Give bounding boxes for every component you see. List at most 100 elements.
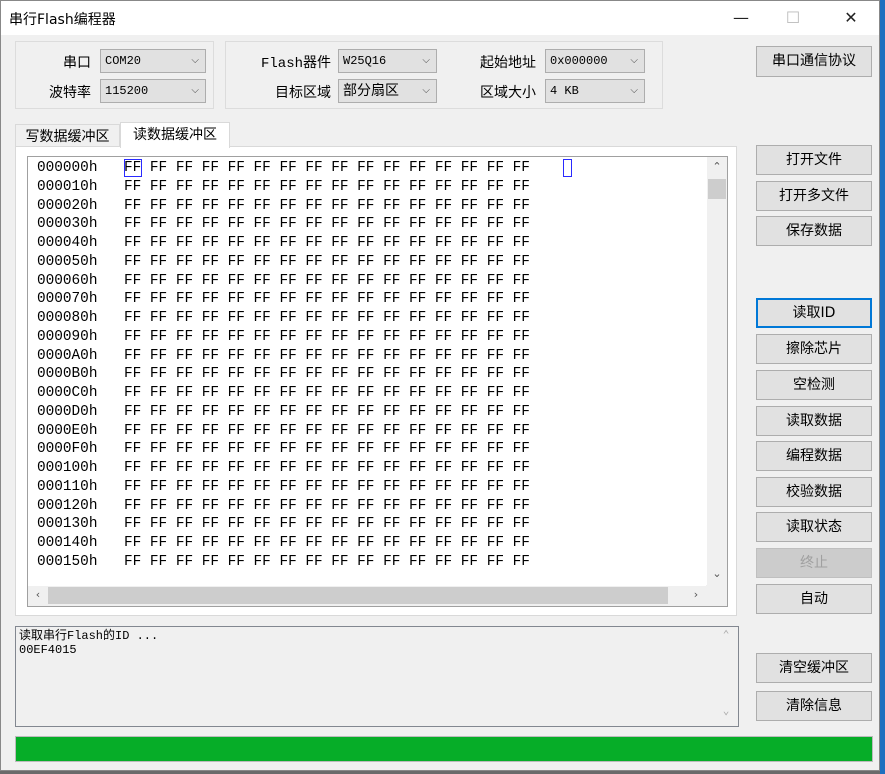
log-line: 00EF4015 bbox=[19, 643, 77, 657]
chevron-down-icon: ⌵ bbox=[630, 85, 638, 96]
open-file-button[interactable]: 打开文件 bbox=[756, 145, 872, 175]
row-address: 000040h bbox=[37, 235, 98, 252]
target-select[interactable]: 部分扇区 ⌵ bbox=[338, 79, 437, 103]
flash-select[interactable]: W25Q16 ⌵ bbox=[338, 49, 437, 73]
row-address: 000120h bbox=[37, 497, 98, 514]
row-address: 0000F0h bbox=[37, 441, 98, 458]
read-id-button[interactable]: 读取ID bbox=[756, 298, 872, 328]
tab-read-buffer[interactable]: 读数据缓冲区 bbox=[120, 122, 230, 148]
scroll-down-icon[interactable]: ⌄ bbox=[707, 567, 727, 580]
close-button[interactable]: ✕ bbox=[828, 5, 874, 31]
save-data-button[interactable]: 保存数据 bbox=[756, 216, 872, 246]
chevron-down-icon: ⌵ bbox=[630, 55, 638, 66]
row-bytes: FF FF FF FF FF FF FF FF FF FF FF FF FF F… bbox=[124, 347, 530, 364]
row-bytes: FF FF FF FF FF FF FF FF FF FF FF FF FF F… bbox=[124, 310, 530, 327]
maximize-button[interactable]: ☐ bbox=[770, 5, 816, 31]
chevron-down-icon: ⌵ bbox=[422, 85, 430, 96]
row-bytes: FF FF FF FF FF FF FF FF FF FF FF FF FF F… bbox=[124, 216, 530, 233]
row-address: 000080h bbox=[37, 310, 98, 327]
row-bytes: FF FF FF FF FF FF FF FF FF FF FF FF FF F… bbox=[124, 178, 530, 195]
row-address: 000020h bbox=[37, 197, 98, 214]
baud-select[interactable]: 115200 ⌵ bbox=[100, 79, 206, 103]
row-address: 000070h bbox=[37, 291, 98, 308]
clear-buffer-button[interactable]: 清空缓冲区 bbox=[756, 653, 872, 683]
horizontal-scrollbar[interactable]: ‹ › bbox=[28, 586, 708, 606]
main-window: 串行Flash编程器 — ☐ ✕ 串口 COM20 ⌵ 波特率 115200 ⌵ F… bbox=[0, 0, 880, 771]
port-select[interactable]: COM20 ⌵ bbox=[100, 49, 206, 73]
row-bytes: FF FF FF FF FF FF FF FF FF FF FF FF FF F… bbox=[124, 403, 530, 420]
read-status-button[interactable]: 读取状态 bbox=[756, 512, 872, 542]
start-address-select[interactable]: 0x000000 ⌵ bbox=[545, 49, 645, 73]
stop-button: 终止 bbox=[756, 548, 872, 578]
port-label: 串口 bbox=[63, 55, 91, 71]
row-bytes: FF FF FF FF FF FF FF FF FF FF FF FF FF F… bbox=[124, 535, 530, 552]
text-cursor-box bbox=[563, 159, 572, 177]
scroll-left-icon[interactable]: ‹ bbox=[28, 588, 48, 601]
start-address-value: 0x000000 bbox=[550, 54, 608, 68]
chevron-down-icon: ⌵ bbox=[191, 85, 199, 96]
row-address: 0000B0h bbox=[37, 366, 98, 383]
tab-write-buffer[interactable]: 写数据缓冲区 bbox=[15, 124, 120, 147]
row-address: 000130h bbox=[37, 516, 98, 533]
log-line: 读取串行Flash的ID ... bbox=[19, 629, 159, 643]
row-address: 000050h bbox=[37, 253, 98, 270]
scroll-up-icon[interactable]: ⌃ bbox=[707, 160, 727, 173]
row-bytes: FF FF FF FF FF FF FF FF FF FF FF FF FF F… bbox=[124, 366, 530, 383]
vertical-scrollbar[interactable]: ⌃ ⌄ bbox=[707, 157, 727, 587]
baud-value: 115200 bbox=[105, 84, 149, 98]
row-bytes: FF FF FF FF FF FF FF FF FF FF FF FF FF F… bbox=[124, 328, 530, 345]
row-bytes: FF FF FF FF FF FF FF FF FF FF FF FF FF F… bbox=[124, 553, 530, 570]
auto-button[interactable]: 自动 bbox=[756, 584, 872, 614]
background-window-edge bbox=[880, 0, 885, 774]
row-address: 0000E0h bbox=[37, 422, 98, 439]
serial-protocol-button[interactable]: 串口通信协议 bbox=[756, 46, 872, 77]
flash-value: W25Q16 bbox=[343, 54, 387, 68]
row-address: 000100h bbox=[37, 460, 98, 477]
program-data-button[interactable]: 编程数据 bbox=[756, 441, 872, 471]
row-address: 000000h bbox=[37, 160, 98, 176]
row-address: 0000A0h bbox=[37, 347, 98, 364]
read-data-button[interactable]: 读取数据 bbox=[756, 406, 872, 436]
row-address: 000060h bbox=[37, 272, 98, 289]
progress-bar bbox=[15, 736, 873, 762]
scroll-right-icon[interactable]: › bbox=[686, 588, 706, 601]
port-value: COM20 bbox=[105, 54, 142, 68]
row-bytes: FF FF FF FF FF FF FF FF FF FF FF FF FF F… bbox=[124, 516, 530, 533]
horizontal-scroll-thumb[interactable] bbox=[48, 587, 668, 604]
size-label: 区域大小 bbox=[480, 85, 536, 101]
vertical-scroll-thumb[interactable] bbox=[708, 179, 726, 199]
verify-data-button[interactable]: 校验数据 bbox=[756, 477, 872, 507]
row-address: 0000C0h bbox=[37, 385, 98, 402]
row-address: 000110h bbox=[37, 478, 98, 495]
flash-label: Flash器件 bbox=[260, 56, 331, 72]
scroll-down-icon[interactable]: ⌄ bbox=[716, 705, 736, 719]
chevron-down-icon: ⌵ bbox=[191, 55, 199, 66]
blank-check-button[interactable]: 空检测 bbox=[756, 370, 872, 400]
row-bytes: FF FF FF FF FF FF FF FF FF FF FF FF FF F… bbox=[124, 197, 530, 214]
row-bytes: FF FF FF FF FF FF FF FF FF FF FF FF FF F… bbox=[124, 422, 530, 439]
row-bytes: FF FF FF FF FF FF FF FF FF FF FF FF FF F… bbox=[124, 478, 530, 495]
size-value: 4 KB bbox=[550, 84, 579, 98]
row-address: 000090h bbox=[37, 328, 98, 345]
scroll-up-icon[interactable]: ⌃ bbox=[716, 629, 736, 643]
baud-label: 波特率 bbox=[49, 85, 91, 101]
title-bar: 串行Flash编程器 — ☐ ✕ bbox=[1, 1, 879, 35]
row-address: 000030h bbox=[37, 216, 98, 233]
erase-chip-button[interactable]: 擦除芯片 bbox=[756, 334, 872, 364]
open-multiple-files-button[interactable]: 打开多文件 bbox=[756, 181, 872, 211]
row-address: 000140h bbox=[37, 535, 98, 552]
minimize-button[interactable]: — bbox=[718, 5, 764, 31]
hex-view[interactable]: 000000h FF FF FF FF FF FF FF FF FF FF FF … bbox=[27, 156, 728, 607]
row-bytes: FF FF FF FF FF FF FF FF FF FF FF FF FF F… bbox=[124, 160, 530, 176]
row-bytes: FF FF FF FF FF FF FF FF FF FF FF FF FF F… bbox=[124, 272, 530, 289]
row-bytes: FF FF FF FF FF FF FF FF FF FF FF FF FF F… bbox=[124, 291, 530, 308]
size-select[interactable]: 4 KB ⌵ bbox=[545, 79, 645, 103]
scroll-corner bbox=[706, 585, 727, 606]
row-bytes: FF FF FF FF FF FF FF FF FF FF FF FF FF F… bbox=[124, 497, 530, 514]
row-address: 000150h bbox=[37, 553, 98, 570]
row-address: 000010h bbox=[37, 178, 98, 195]
log-output[interactable]: 读取串行Flash的ID ... 00EF4015 ⌃ ⌄ bbox=[15, 626, 739, 727]
row-bytes: FF FF FF FF FF FF FF FF FF FF FF FF FF F… bbox=[124, 253, 530, 270]
clear-info-button[interactable]: 清除信息 bbox=[756, 691, 872, 721]
row-address: 0000D0h bbox=[37, 403, 98, 420]
